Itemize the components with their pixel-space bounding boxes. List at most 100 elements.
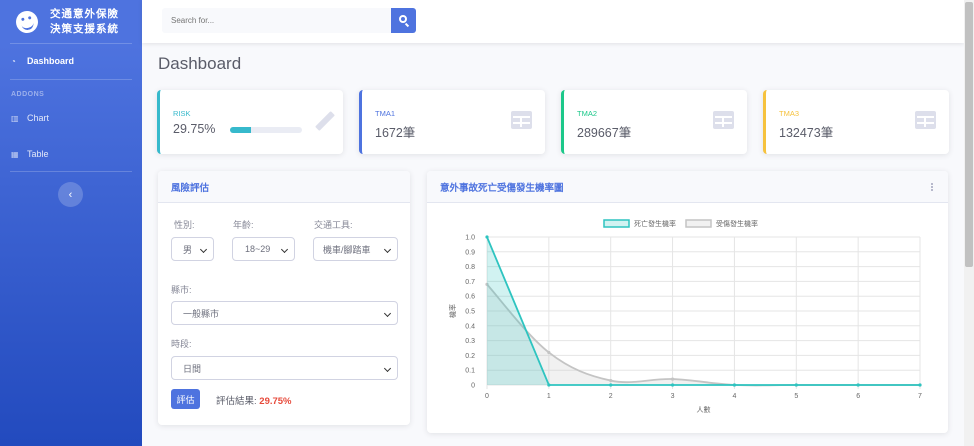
result-value: 29.75% (259, 396, 292, 407)
data-point (670, 383, 675, 387)
risk-progress-fill (230, 127, 252, 133)
search-input[interactable] (162, 8, 391, 33)
county-label: 縣市: (171, 285, 192, 295)
y-axis-label: 機率 (448, 304, 457, 318)
card-title: 意外事故死亡受傷發生機率圖 (427, 171, 948, 203)
vehicle-select[interactable]: 機車/腳踏車 (313, 237, 398, 261)
chevron-down-icon (383, 364, 392, 373)
legend-label: 受傷發生機率 (716, 219, 758, 228)
chevron-down-icon (199, 245, 208, 254)
tachometer-icon: ◔ (11, 56, 16, 66)
y-tick-label: 0.3 (465, 338, 475, 345)
sidebar-divider (10, 43, 132, 44)
sidebar-item-label: Chart (27, 113, 50, 123)
brand[interactable]: 交通意外保險 決策支援系統 (0, 0, 142, 44)
scrollbar-thumb[interactable] (965, 2, 973, 267)
table-icon (511, 111, 532, 129)
data-point (547, 383, 551, 387)
more-options-icon[interactable] (931, 183, 933, 185)
y-tick-label: 0.7 (465, 279, 475, 286)
x-tick-label: 5 (794, 393, 798, 400)
period-select-value: 日間 (183, 363, 202, 374)
stat-card-risk: RISK 29.75% (157, 90, 343, 154)
sidebar-toggle-button[interactable]: ‹ (58, 182, 83, 207)
sidebar-item-table[interactable]: ▦ Table (11, 149, 49, 159)
brand-text: 交通意外保險 決策支援系統 (50, 7, 119, 37)
x-tick-label: 6 (856, 393, 860, 400)
x-tick-label: 7 (918, 393, 922, 400)
stat-label: TMA2 (577, 109, 598, 118)
stat-label: TMA3 (779, 109, 800, 118)
card-title: 風險評估 (158, 171, 410, 203)
brand-line-1: 交通意外保險 (50, 8, 119, 20)
table-icon: ▦ (11, 149, 19, 159)
topbar (142, 0, 964, 43)
period-label: 時段: (171, 339, 192, 349)
probability-chart-card: 意外事故死亡受傷發生機率圖 0 0.1 0.2 0.3 0.4 0.5 0.6 0.7 0.8 0… (427, 171, 948, 433)
evaluate-button[interactable]: 評估 (171, 389, 200, 409)
x-tick-label: 2 (609, 393, 613, 400)
legend-swatch (685, 219, 712, 228)
chevron-down-icon (383, 245, 392, 254)
gender-select[interactable]: 男 (171, 237, 214, 261)
y-tick-label: 0.6 (465, 294, 475, 301)
stat-value: 1672筆 (375, 126, 416, 140)
stat-value: 132473筆 (779, 126, 834, 140)
stat-value: 289667筆 (577, 126, 632, 140)
table-icon (713, 111, 734, 129)
y-tick-label: 0.9 (465, 249, 475, 256)
stat-label: TMA1 (375, 109, 396, 118)
scrollbar[interactable] (964, 0, 974, 446)
x-tick-label: 1 (547, 393, 551, 400)
data-point (485, 235, 489, 239)
y-tick-label: 0 (471, 383, 475, 390)
x-tick-label: 3 (671, 393, 675, 400)
data-point (547, 350, 551, 355)
period-select[interactable]: 日間 (171, 356, 398, 380)
risk-assessment-card: 風險評估 性別: 年齡: 交通工具: 男 18~29 機車/腳踏車 縣市: 一般… (158, 171, 410, 425)
legend-swatch (603, 219, 630, 228)
chart-icon: ▥ (11, 113, 19, 123)
pencil-icon (315, 111, 335, 131)
x-tick-label: 4 (732, 393, 736, 400)
result-label: 評估結果: (216, 396, 257, 407)
data-point (918, 383, 922, 387)
chevron-left-icon: ‹ (68, 188, 73, 201)
evaluation-result: 評估結果: 29.75% (216, 393, 292, 407)
probability-chart: 0 0.1 0.2 0.3 0.4 0.5 0.6 0.7 0.8 0.9 1.0 0 1 2 3 4 5 6 7 人… (448, 219, 922, 414)
sidebar-heading-addons: ADDONS (11, 91, 45, 98)
y-tick-label: 1.0 (465, 235, 475, 242)
page-title: Dashboard (158, 54, 242, 73)
data-point (856, 383, 860, 387)
age-select-value: 18~29 (245, 244, 271, 254)
sidebar-item-chart[interactable]: ▥ Chart (11, 113, 49, 123)
data-point (794, 383, 798, 387)
sidebar-item-label: Dashboard (27, 56, 75, 66)
legend-label: 死亡發生機率 (634, 219, 676, 228)
county-select-value: 一般縣市 (183, 308, 220, 319)
data-point (609, 383, 613, 387)
sidebar-item-label: Table (27, 149, 49, 159)
y-tick-label: 0.2 (465, 353, 475, 360)
county-select[interactable]: 一般縣市 (171, 301, 398, 325)
sidebar-item-dashboard[interactable]: ◔ Dashboard (11, 56, 74, 66)
vehicle-label: 交通工具: (314, 220, 353, 230)
age-label: 年齡: (233, 220, 254, 230)
smile-logo-icon (13, 8, 41, 36)
stat-card-tma2: TMA2 289667筆 (561, 90, 747, 154)
gender-label: 性別: (174, 220, 195, 230)
table-icon (915, 111, 936, 129)
data-point (609, 378, 613, 383)
risk-progress-bar (230, 127, 302, 133)
sidebar-divider (10, 79, 132, 80)
age-select[interactable]: 18~29 (232, 237, 295, 261)
stat-card-tma1: TMA1 1672筆 (359, 90, 545, 154)
y-tick-label: 0.1 (465, 368, 475, 375)
y-tick-label: 0.5 (465, 309, 475, 316)
data-point (670, 377, 675, 381)
search-icon (399, 15, 407, 23)
chevron-down-icon (280, 245, 289, 254)
x-axis-label: 人數 (697, 405, 711, 414)
chevron-down-icon (383, 309, 392, 318)
search-button[interactable] (391, 8, 416, 33)
